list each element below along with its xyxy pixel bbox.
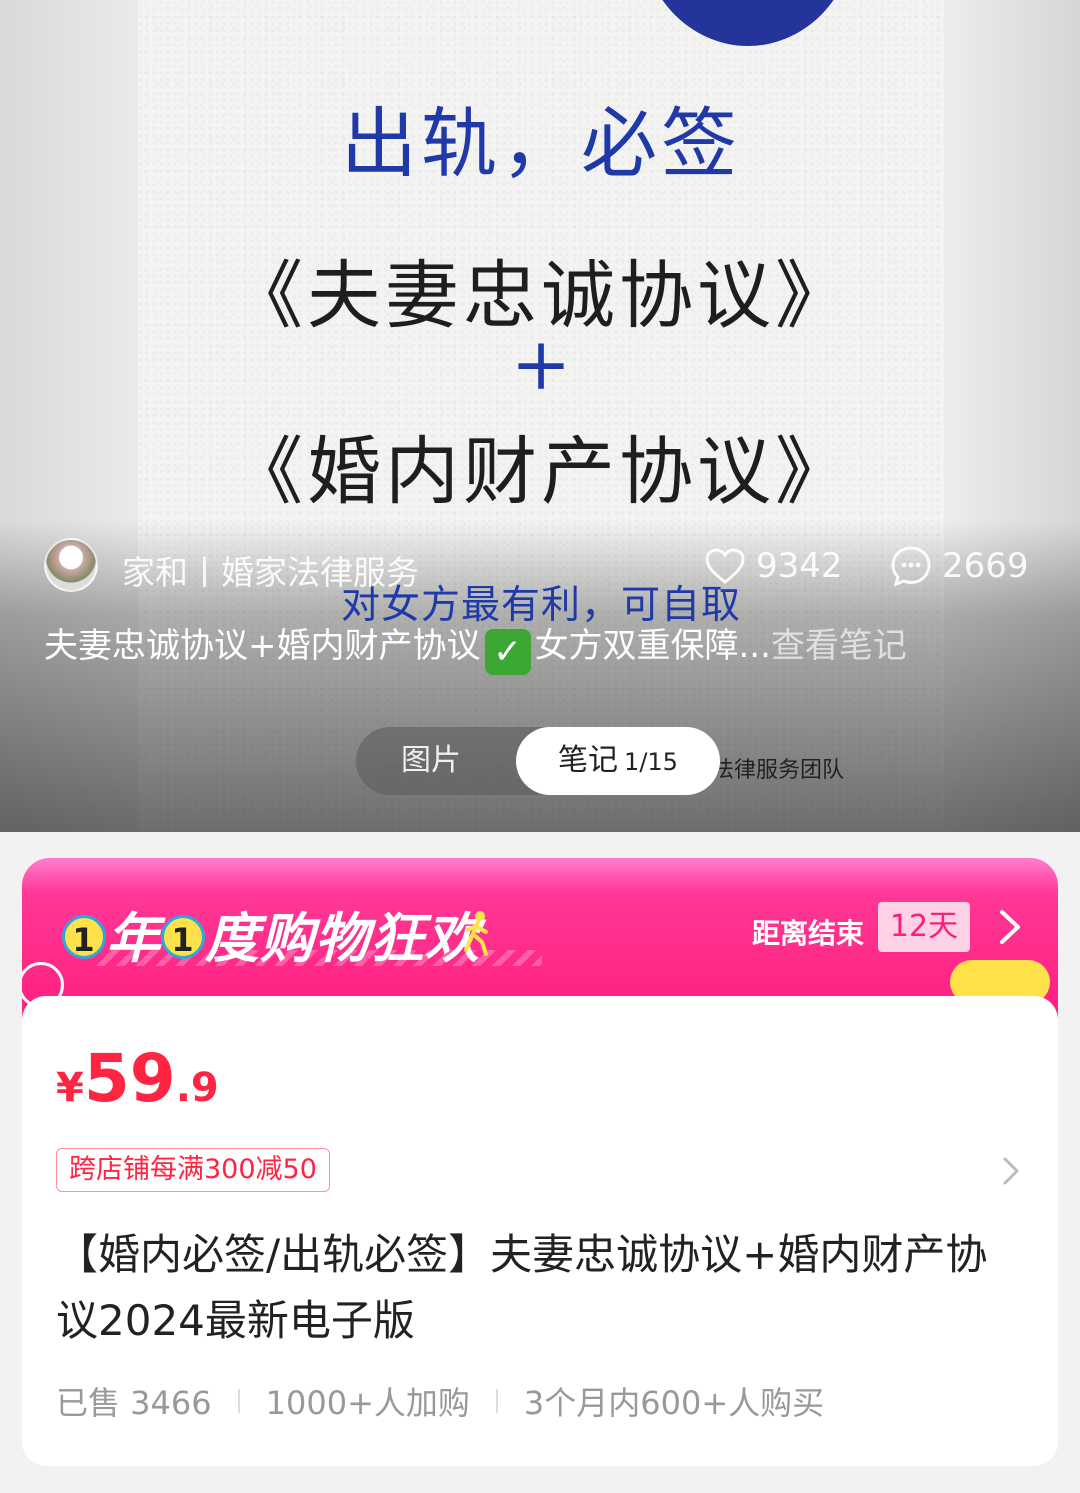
price-symbol: ¥	[56, 1065, 84, 1111]
promo-badge-2: 1	[161, 915, 205, 959]
like-stat[interactable]: 9342	[704, 544, 843, 588]
sold-count: 已售 3466	[56, 1384, 212, 1422]
chevron-right-icon[interactable]	[998, 908, 1022, 946]
avatar[interactable]	[44, 538, 98, 592]
poster-title-2: 《婚内财产协议》	[229, 429, 853, 515]
divider	[495, 1389, 498, 1413]
promo-glow	[22, 858, 1058, 892]
comment-stat[interactable]: 2669	[890, 544, 1029, 588]
promo-banner[interactable]: 1 年 1 度购物狂欢 距离结束 12天	[22, 858, 1058, 1018]
like-count: 9342	[756, 546, 843, 586]
view-note-link[interactable]: 查看笔记	[771, 626, 907, 666]
author-row: 家和丨婚家法律服务 9342 2669	[44, 538, 1036, 596]
promo-title: 1 年 1 度购物狂欢	[62, 894, 480, 973]
tab-notes-label: 笔记	[558, 743, 619, 778]
tab-pictures[interactable]: 图片	[356, 727, 506, 795]
price-decimal: .9	[175, 1065, 219, 1111]
poster-headline: 出轨，必签	[341, 99, 741, 188]
divider	[237, 1389, 240, 1413]
note-desc-text-1: 夫妻忠诚协议+婚内财产协议	[44, 626, 481, 666]
countdown-value: 12天	[878, 902, 970, 952]
tab-notes[interactable]: 笔记 1/15	[516, 727, 720, 795]
check-mark-icon: ✓	[484, 629, 531, 675]
walker-icon	[464, 911, 488, 956]
note-desc-text-2: 女方双重保障...	[534, 626, 771, 666]
author-name[interactable]: 家和丨婚家法律服务	[122, 546, 419, 594]
price: ¥59.9	[56, 1040, 219, 1117]
tab-notes-count: 1/15	[624, 748, 678, 776]
product-title: 【婚内必签/出轨必签】夫妻忠诚协议+婚内财产协议2024最新电子版	[56, 1230, 988, 1345]
promo-badge-1: 1	[62, 915, 106, 959]
comment-count: 2669	[942, 546, 1029, 586]
sales-stats: 已售 3466 1000+人加购 3个月内600+人购买	[56, 1378, 824, 1424]
promo-word-2: 度购物狂欢	[205, 907, 480, 970]
heart-icon	[705, 548, 745, 584]
product-card: ¥59.9 跨店铺每满300减50 【婚内必签/出轨必签】夫妻忠诚协议+婚内财产…	[22, 996, 1058, 1466]
chevron-right-icon[interactable]	[1002, 1156, 1020, 1186]
promo-word-1: 年	[106, 907, 161, 970]
poster-plus: +	[510, 322, 572, 406]
view-toggle: 图片 笔记 1/15	[356, 727, 720, 795]
note-image-carousel[interactable]: 出轨，必签 《夫妻忠诚协议》 + 《婚内财产协议》 对女方最有利，可自取 口法律…	[0, 0, 1080, 832]
cart-count: 1000+人加购	[265, 1384, 470, 1422]
countdown-label: 距离结束	[752, 917, 865, 950]
note-description[interactable]: 夫妻忠诚协议+婚内财产协议 ✓ 女方双重保障...查看笔记	[44, 618, 1036, 675]
comment-icon	[891, 546, 931, 587]
coupon-tag[interactable]: 跨店铺每满300减50	[56, 1148, 330, 1192]
price-integer: 59	[83, 1040, 176, 1117]
recent-buyers: 3个月内600+人购买	[523, 1384, 825, 1422]
